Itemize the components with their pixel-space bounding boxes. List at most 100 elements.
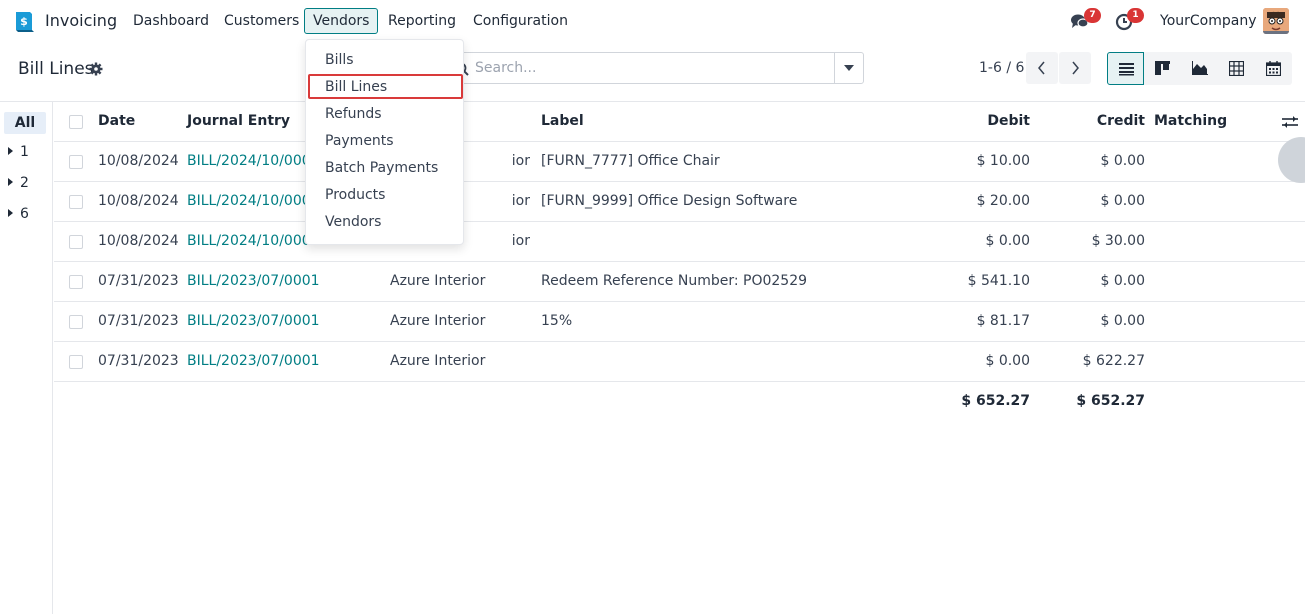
menu-item-bills[interactable]: Bills [325,52,354,68]
cell-credit: $ 0.00 [1100,193,1145,209]
list-view-button[interactable] [1107,52,1144,85]
menu-item-bill-lines[interactable]: Bill Lines [325,79,387,95]
search-bar[interactable]: Search... [440,52,864,84]
menu-dashboard[interactable]: Dashboard [133,13,209,29]
search-input[interactable]: Search... [475,60,536,76]
table-row[interactable]: 10/08/2024 BILL/2024/10/0001 ior $ 0.00 … [54,222,1305,262]
row-checkbox[interactable] [69,155,83,169]
cell-label: Redeem Reference Number: PO02529 [541,273,808,289]
group-item-label: 2 [20,175,29,191]
group-item-2[interactable]: 2 [8,175,29,191]
caret-right-icon [8,209,13,217]
column-date[interactable]: Date [98,113,135,129]
menu-configuration[interactable]: Configuration [473,13,568,29]
invoicing-app-icon[interactable]: $ [13,10,35,32]
caret-right-icon [8,178,13,186]
svg-text:$: $ [20,15,28,28]
messages-badge: 7 [1084,8,1101,23]
group-panel: All 1 2 6 [0,102,53,614]
cell-journal-entry[interactable]: BILL/2024/10/0001 [187,193,320,209]
menu-item-payments[interactable]: Payments [325,133,394,149]
total-debit: $ 652.27 [961,393,1030,409]
cell-date: 10/08/2024 [98,153,179,169]
group-item-1[interactable]: 1 [8,144,29,160]
cell-journal-entry[interactable]: BILL/2023/07/0001 [187,273,320,289]
table-row[interactable]: 07/31/2023 BILL/2023/07/0001 Azure Inter… [54,342,1305,382]
table-header: Date Journal Entry Label Debit Credit Ma… [54,102,1305,142]
kanban-view-button[interactable] [1144,52,1181,85]
caret-right-icon [8,147,13,155]
menu-vendors[interactable]: Vendors [304,8,379,34]
calendar-view-button[interactable] [1255,52,1292,85]
top-navbar: $ Invoicing Dashboard Customers Vendors … [0,0,1305,42]
pager-previous-button[interactable] [1026,52,1058,84]
cell-journal-entry[interactable]: BILL/2024/10/0001 [187,233,320,249]
cell-label: [FURN_9999] Office Design Software [541,193,798,209]
total-credit: $ 652.27 [1076,393,1145,409]
company-switcher[interactable]: YourCompany [1160,13,1257,29]
menu-item-products[interactable]: Products [325,187,385,203]
cell-date: 07/31/2023 [98,273,179,289]
user-avatar[interactable] [1263,8,1289,34]
pager-next-button[interactable] [1059,52,1091,84]
cell-credit: $ 0.00 [1100,153,1145,169]
column-matching[interactable]: Matching [1154,113,1227,129]
app-name[interactable]: Invoicing [45,11,117,30]
row-checkbox[interactable] [69,315,83,329]
menu-item-batch-payments[interactable]: Batch Payments [325,160,438,176]
cell-credit: $ 0.00 [1100,273,1145,289]
cell-debit: $ 81.17 [976,313,1030,329]
menu-customers[interactable]: Customers [224,13,299,29]
optional-columns-icon[interactable] [1282,115,1298,129]
cell-journal-entry[interactable]: BILL/2024/10/0001 [187,153,320,169]
column-debit[interactable]: Debit [954,113,1030,129]
table-row[interactable]: 07/31/2023 BILL/2023/07/0001 Azure Inter… [54,302,1305,342]
column-credit[interactable]: Credit [1069,113,1145,129]
chevron-right-icon [1072,61,1079,75]
pivot-table-icon [1229,61,1244,76]
activities-badge: 1 [1127,8,1144,23]
cell-credit: $ 622.27 [1082,353,1145,369]
graph-view-button[interactable] [1181,52,1218,85]
row-checkbox[interactable] [69,275,83,289]
group-all[interactable]: All [4,112,46,134]
select-all-checkbox[interactable] [69,115,83,129]
group-item-6[interactable]: 6 [8,206,29,222]
row-checkbox[interactable] [69,195,83,209]
cell-partner: Azure Interior [390,273,486,289]
cell-date: 10/08/2024 [98,193,179,209]
cell-label: [FURN_7777] Office Chair [541,153,720,169]
table-footer-totals: $ 652.27 $ 652.27 [54,382,1305,422]
calendar-icon [1266,61,1281,76]
row-checkbox[interactable] [69,235,83,249]
cell-label: 15% [541,313,573,329]
pager-value[interactable]: 1-6 / 6 [979,60,1024,76]
cell-credit: $ 30.00 [1091,233,1145,249]
cell-debit: $ 0.00 [985,353,1030,369]
cell-date: 10/08/2024 [98,233,179,249]
cell-journal-entry[interactable]: BILL/2023/07/0001 [187,353,320,369]
table-row[interactable]: 10/08/2024 BILL/2024/10/0001 ior [FURN_7… [54,142,1305,182]
search-options-toggle[interactable] [834,53,863,83]
pivot-view-button[interactable] [1218,52,1255,85]
gear-icon[interactable] [89,62,103,76]
menu-item-refunds[interactable]: Refunds [325,106,382,122]
menu-reporting[interactable]: Reporting [388,13,456,29]
column-label[interactable]: Label [541,113,584,129]
vendors-dropdown-menu: Bills Bill Lines Refunds Payments Batch … [305,39,464,245]
menu-item-vendors[interactable]: Vendors [325,214,381,230]
group-item-label: 1 [20,144,29,160]
table-row[interactable]: 10/08/2024 BILL/2024/10/0001 ior [FURN_9… [54,182,1305,222]
cell-journal-entry[interactable]: BILL/2023/07/0001 [187,313,320,329]
cell-debit: $ 10.00 [976,153,1030,169]
page-title: Bill Lines [18,59,94,79]
area-chart-icon [1192,61,1208,75]
cell-credit: $ 0.00 [1100,313,1145,329]
cell-date: 07/31/2023 [98,313,179,329]
row-checkbox[interactable] [69,355,83,369]
cell-debit: $ 0.00 [985,233,1030,249]
list-view-icon [1119,63,1134,76]
chevron-left-icon [1038,61,1045,75]
table-row[interactable]: 07/31/2023 BILL/2023/07/0001 Azure Inter… [54,262,1305,302]
column-journal-entry[interactable]: Journal Entry [187,113,290,129]
